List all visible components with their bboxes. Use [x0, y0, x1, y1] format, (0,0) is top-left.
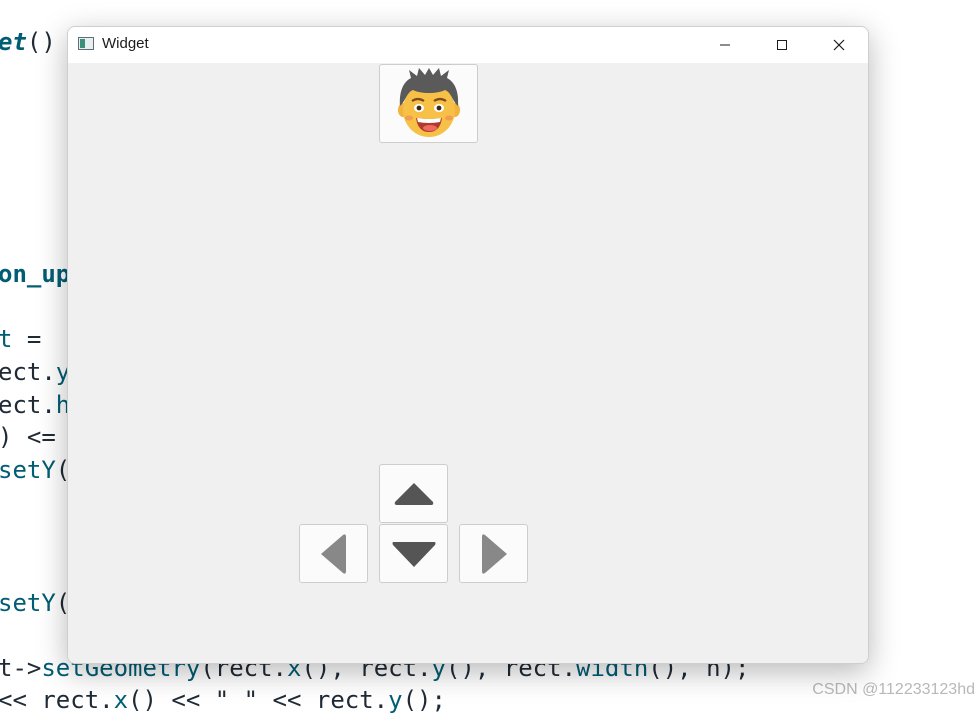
avatar-button[interactable]: [379, 64, 478, 143]
move-up-button[interactable]: [379, 464, 448, 523]
code-line: ) <=: [0, 423, 56, 451]
code-line: ect.y: [0, 358, 71, 386]
code-line: << rect.x() << " " << rect.y();: [0, 686, 446, 714]
window-title: Widget: [102, 35, 149, 52]
title-bar[interactable]: Widget: [68, 27, 868, 63]
close-button[interactable]: [810, 27, 868, 63]
watermark: CSDN @112233123hd: [812, 681, 975, 698]
arrow-up-icon: [394, 482, 433, 505]
move-left-button[interactable]: [299, 524, 368, 583]
maximize-button[interactable]: [753, 27, 811, 63]
code-line: on_up: [0, 260, 71, 288]
code-line: setY(: [0, 456, 71, 484]
move-down-button[interactable]: [379, 524, 448, 583]
maximize-icon: [777, 40, 787, 50]
move-right-button[interactable]: [459, 524, 528, 583]
smiling-boy-face-icon: [397, 67, 460, 137]
arrow-left-icon: [320, 533, 346, 574]
code-line: t =: [0, 325, 42, 353]
arrow-right-icon: [481, 533, 507, 574]
minimize-button[interactable]: [696, 27, 754, 63]
code-line: et(): [0, 28, 56, 56]
code-line: ect.h: [0, 391, 71, 419]
arrow-down-icon: [392, 541, 435, 567]
app-window-icon: [78, 37, 94, 50]
minimize-icon: [720, 44, 730, 46]
widget-window[interactable]: Widget: [67, 26, 869, 664]
code-line: setY(: [0, 589, 71, 617]
widget-content: [68, 63, 868, 663]
close-icon: [833, 39, 845, 51]
